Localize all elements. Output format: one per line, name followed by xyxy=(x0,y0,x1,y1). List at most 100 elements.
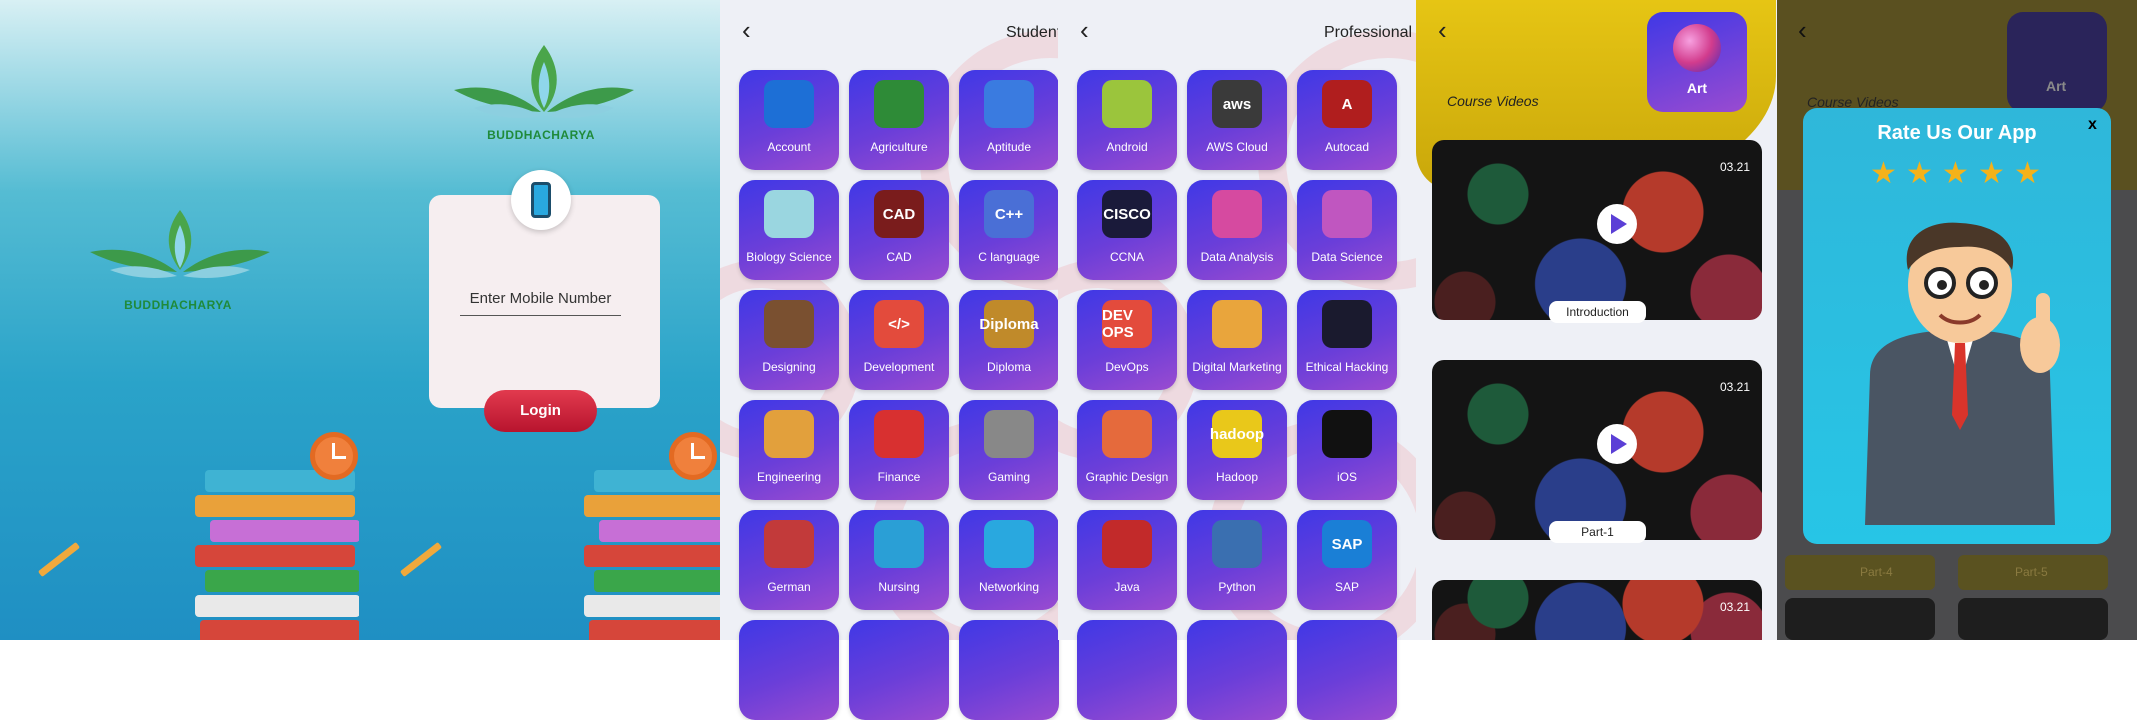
course-tile-label: AWS Cloud xyxy=(1206,140,1268,154)
course-tile[interactable] xyxy=(959,620,1059,720)
course-tile-diploma[interactable]: Diploma Diploma xyxy=(959,290,1059,390)
course-tile-android[interactable]: Android xyxy=(1077,70,1177,170)
course-tile-designing[interactable]: Designing xyxy=(739,290,839,390)
buddhacharya-logo xyxy=(90,210,270,278)
pencil-icon xyxy=(399,541,443,578)
thumbs-up-mascot-icon xyxy=(1865,222,2060,525)
course-tile-digital-marketing[interactable]: Digital Marketing xyxy=(1187,290,1287,390)
course-tile-aptitude[interactable]: Aptitude xyxy=(959,70,1059,170)
star-icon[interactable]: ★ xyxy=(1978,158,2005,190)
course-tile-agriculture[interactable]: Agriculture xyxy=(849,70,949,170)
autocad-icon: A xyxy=(1322,80,1372,128)
course-tile-label: Diploma xyxy=(986,360,1031,374)
course-tile-ethical-hacking[interactable]: Ethical Hacking xyxy=(1297,290,1397,390)
category-label: Art xyxy=(1686,80,1708,96)
course-tile-finance[interactable]: Finance xyxy=(849,400,949,500)
alarm-clock-icon xyxy=(669,432,717,480)
course-tile-graphic-design[interactable]: Graphic Design xyxy=(1077,400,1177,500)
diploma-icon: Diploma xyxy=(979,300,1039,348)
category-tile-art[interactable]: Art xyxy=(1647,12,1747,112)
video-label: Part-1 xyxy=(1549,521,1646,543)
back-arrow-icon[interactable]: ‹ xyxy=(1080,17,1100,43)
page-title: Professional xyxy=(1324,24,1413,41)
course-tile-biology-science[interactable]: Biology Science xyxy=(739,180,839,280)
course-tile-label: Development xyxy=(863,360,935,374)
course-tile-label: German xyxy=(767,580,811,594)
course-tile-networking[interactable]: Networking xyxy=(959,510,1059,610)
course-tile-aws-cloud[interactable]: aws AWS Cloud xyxy=(1187,70,1287,170)
course-tile-label: SAP xyxy=(1334,580,1359,594)
login-button[interactable]: Login xyxy=(484,390,597,432)
c-plus-plus-icon: C++ xyxy=(984,190,1034,238)
back-arrow-icon[interactable]: ‹ xyxy=(742,17,762,43)
course-tile-c-language[interactable]: C++ C language xyxy=(959,180,1059,280)
course-tile-ccna[interactable]: CISCO CCNA xyxy=(1077,180,1177,280)
sap-icon: SAP xyxy=(1322,520,1372,568)
course-tile-label: C language xyxy=(978,250,1040,264)
video-card[interactable]: 03.21 xyxy=(1432,360,1762,540)
video-card[interactable]: 03.21 xyxy=(1432,580,1762,640)
star-icon[interactable]: ★ xyxy=(1870,158,1897,190)
course-tile-label: Finance xyxy=(877,470,921,484)
back-arrow-icon[interactable]: ‹ xyxy=(1438,17,1458,43)
aws-icon: aws xyxy=(1212,80,1262,128)
course-tile-engineering[interactable]: Engineering xyxy=(739,400,839,500)
play-icon[interactable] xyxy=(1597,424,1637,464)
course-tile-label: Nursing xyxy=(878,580,920,594)
star-icon[interactable]: ★ xyxy=(2014,158,2041,190)
brand-name: BUDDHACHARYA xyxy=(124,298,232,312)
course-tile-label: CAD xyxy=(886,250,912,264)
calculator-icon xyxy=(764,80,814,128)
course-tile-label: Account xyxy=(767,140,811,154)
course-tile-data-science[interactable]: Data Science xyxy=(1297,180,1397,280)
brand-name: BUDDHACHARYA xyxy=(487,128,595,142)
course-tile-devops[interactable]: DEV OPS DevOps xyxy=(1077,290,1177,390)
course-tile[interactable] xyxy=(1077,620,1177,720)
course-tile-label: Python xyxy=(1218,580,1256,594)
star-icon[interactable]: ★ xyxy=(1942,158,1969,190)
python-icon xyxy=(1212,520,1262,568)
course-tile[interactable] xyxy=(1297,620,1397,720)
video-duration: 03.21 xyxy=(1719,600,1750,614)
course-tile[interactable] xyxy=(739,620,839,720)
page-title: Student xyxy=(1006,24,1062,41)
close-button[interactable]: x xyxy=(2088,116,2097,134)
course-tile-label: Data Analysis xyxy=(1200,250,1274,264)
play-icon[interactable] xyxy=(1597,204,1637,244)
course-tile-label: DevOps xyxy=(1105,360,1149,374)
course-tile-account[interactable]: Account xyxy=(739,70,839,170)
course-tile-label: Data Science xyxy=(1311,250,1383,264)
palette-icon xyxy=(764,300,814,348)
course-tile-label: CCNA xyxy=(1109,250,1144,264)
pencil-icon xyxy=(37,541,81,578)
course-tile-autocad[interactable]: A Autocad xyxy=(1297,70,1397,170)
course-tile-german[interactable]: German xyxy=(739,510,839,610)
growth-chart-icon xyxy=(874,410,924,458)
network-icon xyxy=(984,520,1034,568)
course-tile-development[interactable]: </> Development xyxy=(849,290,949,390)
course-tile-ios[interactable]: iOS xyxy=(1297,400,1397,500)
bar-chart-icon xyxy=(1212,190,1262,238)
nurse-icon xyxy=(874,520,924,568)
course-tile-gaming[interactable]: Gaming xyxy=(959,400,1059,500)
course-tile[interactable] xyxy=(849,620,949,720)
course-tile-label: Networking xyxy=(978,580,1040,594)
course-tile-hadoop[interactable]: hadoop Hadoop xyxy=(1187,400,1287,500)
course-tile-label: Agriculture xyxy=(870,140,928,154)
video-duration: 03.21 xyxy=(1719,380,1750,394)
course-tile-label: Android xyxy=(1106,140,1148,154)
video-card[interactable]: 03.21 xyxy=(1432,140,1762,320)
course-tile-label: Designing xyxy=(762,360,816,374)
star-icon[interactable]: ★ xyxy=(1906,158,1933,190)
course-tile-label: Hadoop xyxy=(1215,470,1259,484)
back-arrow-icon[interactable]: ‹ xyxy=(1798,17,1818,43)
course-tile-cad[interactable]: CAD CAD xyxy=(849,180,949,280)
course-tile-nursing[interactable]: Nursing xyxy=(849,510,949,610)
course-tile-label: iOS xyxy=(1336,470,1357,484)
mobile-number-input[interactable]: Enter Mobile Number xyxy=(460,290,621,316)
course-tile-sap[interactable]: SAP SAP xyxy=(1297,510,1397,610)
course-tile[interactable] xyxy=(1187,620,1287,720)
course-tile-python[interactable]: Python xyxy=(1187,510,1287,610)
course-tile-java[interactable]: Java xyxy=(1077,510,1177,610)
course-tile-data-analysis[interactable]: Data Analysis xyxy=(1187,180,1287,280)
